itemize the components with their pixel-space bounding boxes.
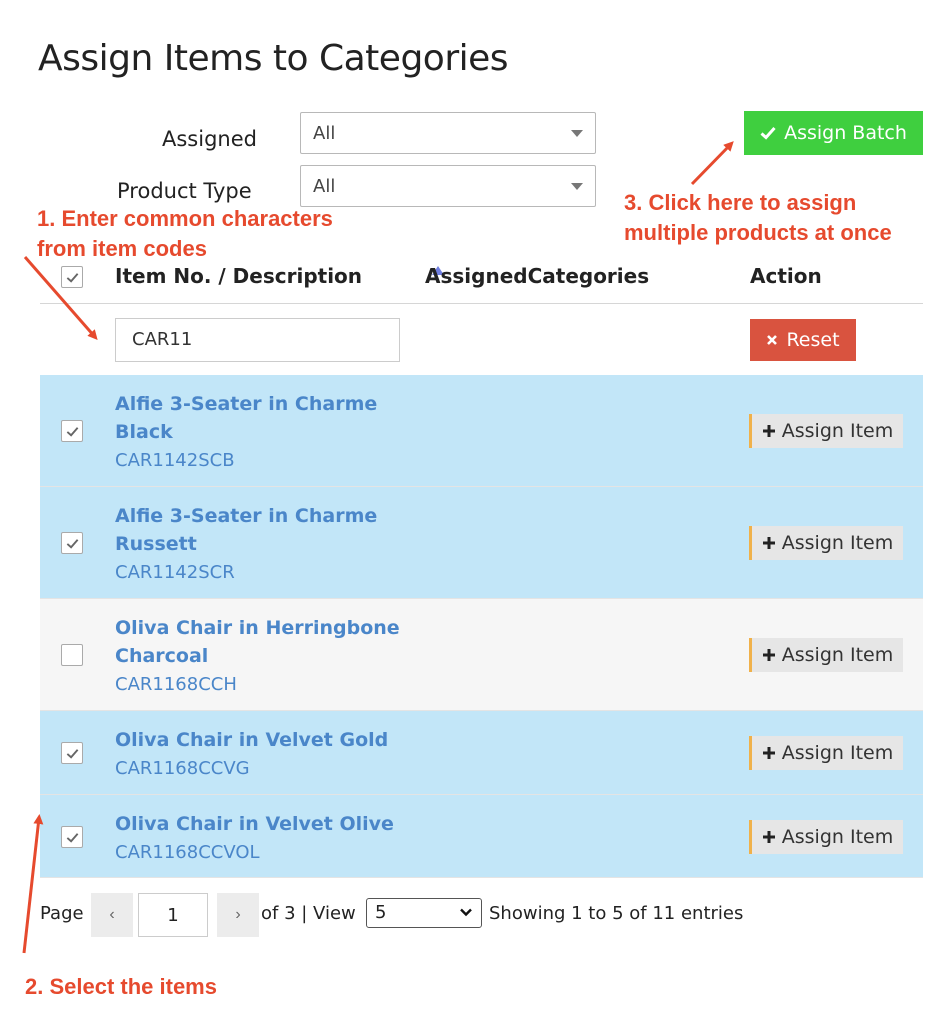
assign-item-button[interactable]: Assign Item (749, 414, 903, 448)
assign-batch-button[interactable]: Assign Batch (744, 111, 923, 155)
assign-item-button[interactable]: Assign Item (749, 736, 903, 770)
assign-item-label: Assign Item (781, 532, 894, 554)
item-search-input[interactable]: CAR11 (115, 318, 400, 362)
chevron-right-icon: › (235, 906, 241, 923)
view-count-select[interactable]: 5 (366, 898, 482, 928)
plus-icon (762, 747, 775, 759)
table-filter-row: CAR11 Reset (40, 305, 923, 375)
assigned-filter-label: Assigned (162, 127, 257, 151)
caret-down-icon (571, 183, 583, 190)
item-name-link[interactable]: Oliva Chair in Velvet Olive (115, 810, 415, 838)
row-checkbox[interactable] (61, 644, 83, 666)
annotation-step2: 2. Select the items (25, 974, 217, 999)
annotation-step3: 3. Click here to assign multiple product… (624, 190, 892, 245)
table-row: Alfie 3-Seater in Charme Black CAR1142SC… (40, 375, 923, 487)
row-checkbox[interactable] (61, 742, 83, 764)
select-all-checkbox[interactable] (61, 266, 83, 288)
item-code: CAR1168CCVG (115, 758, 250, 779)
table-header: Item No. / Description AssignedCategorie… (40, 252, 923, 304)
arrow-to-checkboxes (22, 814, 44, 954)
plus-icon (762, 831, 775, 843)
column-header-action: Action (750, 264, 822, 288)
page-number-input[interactable]: 1 (138, 893, 208, 937)
row-checkbox[interactable] (61, 532, 83, 554)
reset-label: Reset (786, 329, 840, 351)
table-row: Oliva Chair in Velvet Gold CAR1168CCVG A… (40, 711, 923, 795)
product-type-select-value: All (313, 176, 336, 197)
prev-page-button[interactable]: ‹ (91, 893, 133, 937)
page-label: Page (40, 903, 84, 924)
item-code: CAR1142SCB (115, 450, 235, 471)
pagination: Page ‹ 1 › of 3 | View 5 Showing 1 to 5 … (40, 893, 840, 937)
row-checkbox[interactable] (61, 826, 83, 848)
item-name-link[interactable]: Oliva Chair in Herringbone Charcoal (115, 614, 415, 670)
showing-entries-text: Showing 1 to 5 of 11 entries (489, 903, 744, 924)
assign-item-label: Assign Item (781, 420, 894, 442)
assigned-select[interactable]: All (300, 112, 596, 154)
assign-item-label: Assign Item (781, 644, 894, 666)
product-type-select[interactable]: All (300, 165, 596, 207)
page-title: Assign Items to Categories (38, 38, 509, 79)
column-header-item[interactable]: Item No. / Description (115, 264, 362, 288)
view-count-value: 5 (375, 902, 387, 923)
assign-batch-label: Assign Batch (784, 122, 907, 144)
assigned-select-value: All (313, 123, 336, 144)
item-name-link[interactable]: Oliva Chair in Velvet Gold (115, 726, 415, 754)
plus-icon (762, 537, 775, 549)
reset-button[interactable]: Reset (750, 319, 856, 361)
plus-icon (762, 649, 775, 661)
chevron-down-icon (460, 908, 472, 917)
column-header-categories[interactable]: AssignedCategories (425, 264, 649, 288)
item-code: CAR1168CCVOL (115, 842, 260, 863)
items-table: Alfie 3-Seater in Charme Black CAR1142SC… (40, 375, 923, 878)
next-page-button[interactable]: › (217, 893, 259, 937)
item-code: CAR1168CCH (115, 674, 237, 695)
assign-item-label: Assign Item (781, 826, 894, 848)
table-row: Oliva Chair in Herringbone Charcoal CAR1… (40, 599, 923, 711)
item-name-link[interactable]: Alfie 3-Seater in Charme Russett (115, 502, 415, 558)
plus-icon (762, 425, 775, 437)
checkmark-icon (66, 538, 78, 549)
item-name-link[interactable]: Alfie 3-Seater in Charme Black (115, 390, 415, 446)
product-type-filter-label: Product Type (117, 179, 252, 203)
checkmark-icon (66, 426, 78, 437)
assign-item-button[interactable]: Assign Item (749, 638, 903, 672)
close-icon (767, 335, 778, 345)
caret-down-icon (571, 130, 583, 137)
assign-item-button[interactable]: Assign Item (749, 526, 903, 560)
row-checkbox[interactable] (61, 420, 83, 442)
assign-item-label: Assign Item (781, 742, 894, 764)
arrow-to-assign-batch (690, 141, 734, 186)
checkmark-icon (66, 272, 78, 283)
table-row: Alfie 3-Seater in Charme Russett CAR1142… (40, 487, 923, 599)
table-row: Oliva Chair in Velvet Olive CAR1168CCVOL… (40, 795, 923, 878)
checkmark-icon (66, 748, 78, 759)
checkmark-icon (66, 832, 78, 843)
page-count-text: of 3 | View (261, 903, 356, 924)
assign-item-button[interactable]: Assign Item (749, 820, 903, 854)
item-code: CAR1142SCR (115, 562, 235, 583)
check-icon (760, 126, 776, 140)
chevron-left-icon: ‹ (109, 906, 115, 923)
item-search-value: CAR11 (132, 329, 193, 350)
